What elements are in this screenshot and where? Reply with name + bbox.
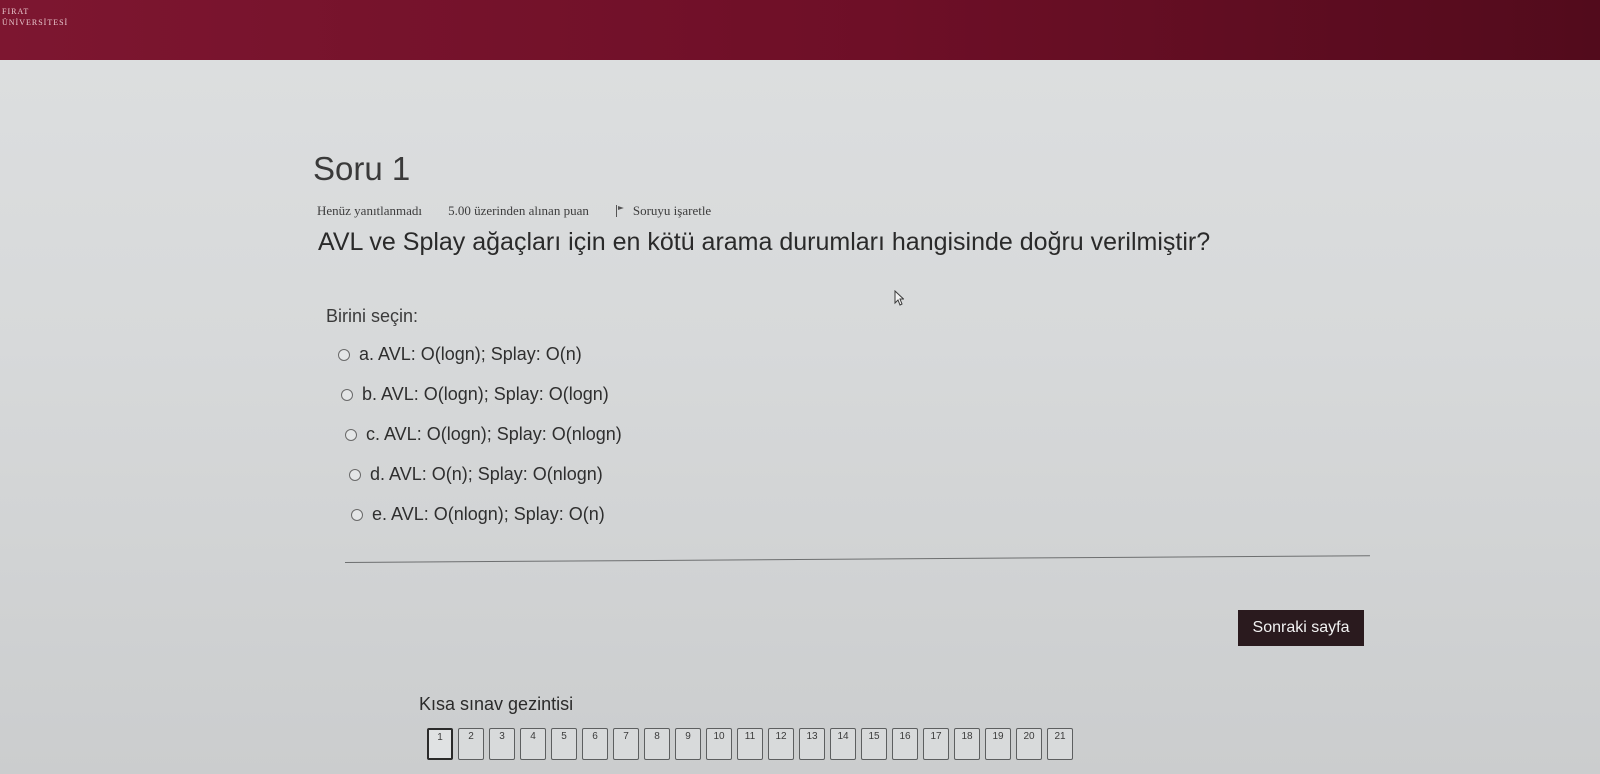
radio-e[interactable]	[351, 508, 363, 521]
nav-question-6[interactable]: 6	[582, 728, 608, 760]
answer-option-d[interactable]: d. AVL: O(n); Splay: O(nlogn)	[349, 464, 603, 485]
answer-label-c: c. AVL: O(logn); Splay: O(nlogn)	[366, 424, 622, 444]
radio-b[interactable]	[341, 388, 353, 401]
next-page-button[interactable]: Sonraki sayfa	[1238, 610, 1364, 646]
nav-question-9[interactable]: 9	[675, 728, 701, 760]
question-info: Henüz yanıtlanmadı 5.00 üzerinden alınan…	[317, 203, 711, 219]
answer-label-b: b. AVL: O(logn); Splay: O(logn)	[362, 384, 609, 404]
quiz-navigation-title: Kısa sınav gezintisi	[419, 694, 574, 714]
nav-question-7[interactable]: 7	[613, 728, 639, 760]
nav-question-4[interactable]: 4	[520, 728, 546, 760]
university-logo[interactable]: FIRAT ÜNİVERSİTESİ	[2, 6, 68, 28]
answer-label-e: e. AVL: O(nlogn); Splay: O(n)	[372, 504, 605, 524]
nav-question-15[interactable]: 15	[861, 728, 887, 760]
answer-option-c[interactable]: c. AVL: O(logn); Splay: O(nlogn)	[345, 424, 622, 445]
flag-icon	[615, 205, 625, 217]
nav-question-18[interactable]: 18	[954, 728, 980, 760]
answer-label-a: a. AVL: O(logn); Splay: O(n)	[359, 344, 582, 364]
nav-question-11[interactable]: 11	[737, 728, 763, 760]
nav-question-13[interactable]: 13	[799, 728, 825, 760]
answer-option-b[interactable]: b. AVL: O(logn); Splay: O(logn)	[341, 384, 609, 405]
radio-d[interactable]	[349, 468, 361, 481]
nav-question-2[interactable]: 2	[458, 728, 484, 760]
nav-question-20[interactable]: 20	[1016, 728, 1042, 760]
nav-question-8[interactable]: 8	[644, 728, 670, 760]
answer-prompt: Birini seçin:	[326, 306, 419, 326]
quiz-page	[0, 60, 1600, 774]
question-points: 5.00 üzerinden alınan puan	[448, 203, 589, 218]
answer-label-d: d. AVL: O(n); Splay: O(nlogn)	[370, 464, 603, 484]
question-text: AVL ve Splay ağaçları için en kötü arama…	[318, 228, 1211, 256]
nav-question-1[interactable]: 1	[427, 728, 453, 760]
mouse-cursor-icon	[894, 290, 904, 306]
nav-question-16[interactable]: 16	[892, 728, 918, 760]
flag-question-label: Soruyu işaretle	[632, 203, 712, 218]
nav-question-21[interactable]: 21	[1047, 728, 1073, 760]
logo-line-1: FIRAT	[2, 7, 30, 16]
logo-line-2: ÜNİVERSİTESİ	[2, 18, 69, 27]
nav-question-10[interactable]: 10	[706, 728, 732, 760]
radio-c[interactable]	[345, 428, 357, 441]
question-title: Soru 1	[313, 150, 411, 187]
nav-question-19[interactable]: 19	[985, 728, 1011, 760]
question-status: Henüz yanıtlanmadı	[317, 203, 423, 218]
nav-question-17[interactable]: 17	[923, 728, 949, 760]
nav-question-12[interactable]: 12	[768, 728, 794, 760]
nav-question-14[interactable]: 14	[830, 728, 856, 760]
radio-a[interactable]	[338, 348, 350, 361]
quiz-navigation: 1 2 3 4 5 6 7 8 9 10 11 12 13 14 15 16 1…	[427, 728, 1073, 760]
nav-question-3[interactable]: 3	[489, 728, 515, 760]
nav-question-5[interactable]: 5	[551, 728, 577, 760]
answer-option-e[interactable]: e. AVL: O(nlogn); Splay: O(n)	[351, 504, 605, 525]
top-header-bar: FIRAT ÜNİVERSİTESİ	[0, 0, 1600, 60]
flag-question-button[interactable]: Soruyu işaretle	[615, 203, 711, 219]
answer-option-a[interactable]: a. AVL: O(logn); Splay: O(n)	[338, 344, 582, 365]
